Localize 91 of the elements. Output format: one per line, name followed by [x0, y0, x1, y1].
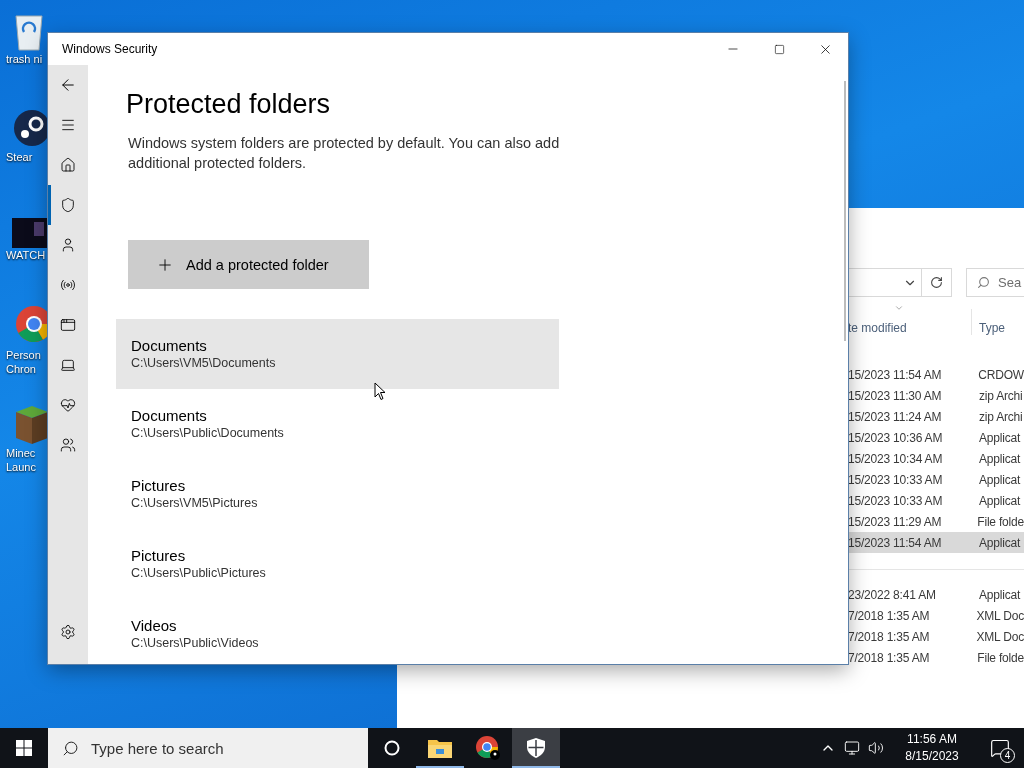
page-heading: Protected folders	[126, 88, 332, 121]
file-row[interactable]: 23/2022 8:41 AM Applicat	[848, 584, 1024, 605]
notifications-button[interactable]: 4	[976, 728, 1024, 768]
type-cell: zip Archi	[979, 388, 1023, 403]
page-description: Windows system folders are protected by default. You can also add additional protected folders.	[128, 134, 561, 173]
file-row[interactable]: 15/2023 11:24 AM zip Archi	[848, 406, 1024, 427]
file-row[interactable]: 7/2018 1:35 AM XML Doc	[848, 626, 1024, 647]
speaker-icon	[868, 740, 884, 756]
date-cell-text: 15/2023 10:33 AM	[848, 472, 944, 487]
folder-item[interactable]: Pictures C:\Users\VM5\Pictures	[116, 459, 559, 529]
folder-item[interactable]: Pictures C:\Users\Public\Pictures	[116, 529, 559, 599]
window-title: Windows Security	[62, 42, 159, 56]
column-header[interactable]: te modified	[848, 321, 971, 335]
type-cell: CRDOW	[978, 367, 1024, 382]
taskbar-app-button[interactable]	[512, 728, 560, 768]
column-header[interactable]: Type	[979, 321, 1005, 335]
video-file-icon[interactable]	[12, 218, 48, 248]
chrome-icon	[475, 735, 501, 761]
window-icon	[60, 317, 76, 333]
add-folder-button[interactable]: Add a protected folder	[128, 240, 369, 289]
home-icon	[60, 157, 76, 173]
type-cell: Applicat	[979, 493, 1021, 508]
file-row[interactable]: 7/2018 1:35 AM XML Doc	[848, 605, 1024, 626]
desktop-icon-label: Minec	[5, 446, 36, 460]
windows-logo-icon	[16, 740, 32, 756]
file-row[interactable]: 15/2023 11:29 AM File folde	[848, 511, 1024, 532]
type-cell: zip Archi	[979, 409, 1023, 424]
file-row[interactable]: 15/2023 11:54 AM Applicat	[848, 532, 1024, 553]
maximize-icon	[773, 43, 785, 55]
scrollbar[interactable]	[844, 81, 846, 341]
folder-icon	[428, 738, 452, 758]
search-icon	[977, 276, 990, 289]
mouse-pointer-icon	[374, 382, 386, 401]
menu-icon	[60, 117, 76, 133]
date-cell-text: 7/2018 1:35 AM	[848, 629, 931, 644]
date-cell-text: 15/2023 11:24 AM	[848, 409, 943, 424]
file-row[interactable]: 15/2023 11:54 AM CRDOW	[848, 364, 1024, 385]
clock-date[interactable]: 8/15/2023	[905, 748, 959, 765]
circle-icon	[384, 740, 400, 756]
file-row[interactable]: 15/2023 11:30 AM zip Archi	[848, 385, 1024, 406]
file-row[interactable]: 15/2023 10:33 AM Applicat	[848, 469, 1024, 490]
file-row[interactable]: 15/2023 10:33 AM Applicat	[848, 490, 1024, 511]
folder-item[interactable]: Documents C:\Users\Public\Documents	[116, 389, 559, 459]
type-cell: File folde	[977, 514, 1024, 529]
search-icon	[62, 739, 79, 757]
person-icon	[60, 237, 76, 253]
date-cell-text: 15/2023 10:33 AM	[848, 493, 944, 508]
desktop-icon-label: Stear	[5, 150, 33, 164]
laptop-icon	[60, 357, 76, 373]
desktop-icon-label: Person	[5, 348, 41, 362]
file-row[interactable]: 7/2018 1:35 AM File folde	[848, 647, 1024, 668]
clock-time[interactable]: 11:56 AM	[907, 731, 957, 748]
date-cell-text: 15/2023 10:36 AM	[848, 430, 944, 445]
back-icon	[59, 76, 77, 94]
desktop-icon-label: WATCH	[5, 248, 46, 262]
refresh-button[interactable]	[922, 268, 952, 297]
date-cell-text: 7/2018 1:35 AM	[848, 650, 931, 665]
file-row[interactable]: 15/2023 10:34 AM Applicat	[848, 448, 1024, 469]
desktop-icon-label: Launc	[5, 460, 36, 474]
type-cell: Applicat	[979, 430, 1021, 445]
date-cell-text: 23/2022 8:41 AM	[848, 587, 937, 602]
sort-caret-icon	[894, 303, 904, 313]
type-cell: Applicat	[979, 587, 1021, 602]
type-cell: Applicat	[979, 535, 1021, 550]
file-row[interactable]: 15/2023 10:36 AM Applicat	[848, 427, 1024, 448]
desktop-icon-label: trash ni	[5, 52, 43, 66]
type-cell: XML Doc	[976, 629, 1024, 644]
shield-icon	[527, 738, 545, 758]
date-cell-text: 15/2023 11:54 AM	[848, 535, 943, 550]
date-cell-text: 15/2023 11:29 AM	[848, 514, 943, 529]
date-cell-text: 15/2023 11:30 AM	[848, 388, 943, 403]
date-cell-text: 15/2023 11:54 AM	[848, 367, 943, 382]
refresh-icon	[930, 276, 943, 289]
desktop-icon-label: Chron	[5, 362, 36, 376]
type-cell: Applicat	[979, 472, 1021, 487]
type-cell: File folde	[977, 650, 1024, 665]
taskbar-search-field[interactable]: Type here to search	[48, 728, 368, 768]
monitor-icon	[844, 740, 860, 756]
date-cell-text: 15/2023 10:34 AM	[848, 451, 944, 466]
antenna-icon	[60, 277, 76, 293]
type-cell: Applicat	[979, 451, 1021, 466]
heart-icon	[60, 397, 76, 413]
folder-item[interactable]: Videos C:\Users\Public\Videos	[116, 599, 559, 664]
date-cell-text: 7/2018 1:35 AM	[848, 608, 931, 623]
type-cell: XML Doc	[976, 608, 1024, 623]
settings-icon	[60, 624, 76, 640]
shield-icon	[60, 197, 76, 213]
people-icon	[60, 437, 76, 453]
folder-item[interactable]: Documents C:\Users\VM5\Documents	[116, 319, 559, 389]
notification-count: 4	[1000, 748, 1015, 763]
search-field[interactable]: Sea	[966, 268, 1024, 297]
